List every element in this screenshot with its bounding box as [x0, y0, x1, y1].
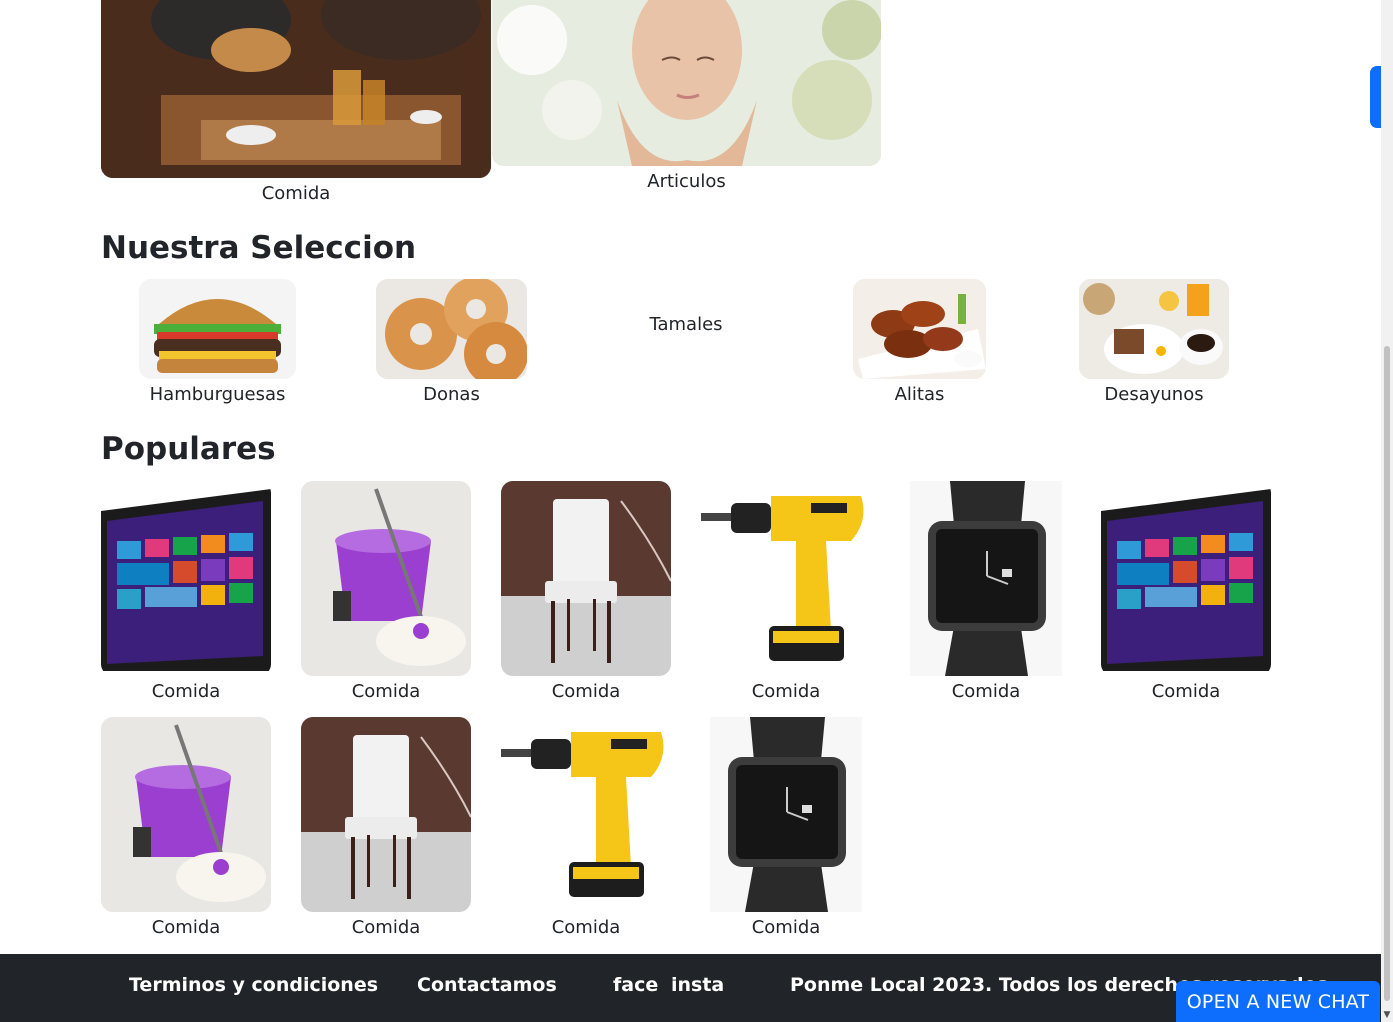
popular-item-image-chair[interactable] [301, 717, 471, 912]
popular-item-image-watch[interactable] [710, 717, 862, 912]
popular-item-label[interactable]: Comida [301, 917, 471, 938]
footer-link-insta[interactable]: insta [671, 974, 724, 996]
seleccion-image-alitas[interactable] [853, 279, 986, 379]
popular-item-label[interactable]: Comida [501, 917, 671, 938]
seleccion-label-hamburguesas[interactable]: Hamburguesas [139, 384, 296, 405]
footer-link-terms[interactable]: Terminos y condiciones [129, 974, 378, 996]
popular-item-image-mop-bucket[interactable] [301, 481, 471, 676]
popular-item-label[interactable]: Comida [301, 681, 471, 702]
popular-item-label[interactable]: Comida [101, 681, 271, 702]
popular-item-label[interactable]: Comida [1101, 681, 1271, 702]
footer-link-face[interactable]: face [613, 974, 658, 996]
popular-item-label[interactable]: Comida [101, 917, 271, 938]
scrollbar-thumb[interactable] [1384, 346, 1390, 1001]
popular-item-label[interactable]: Comida [701, 917, 871, 938]
category-label-articulos[interactable]: Articulos [492, 171, 881, 192]
popular-item-image-tablet[interactable] [101, 481, 271, 676]
category-image-articulos[interactable] [492, 0, 881, 166]
seleccion-image-hamburguesas[interactable] [139, 279, 296, 379]
scrollbar[interactable]: ▼ [1381, 0, 1393, 1022]
section-title-seleccion: Nuestra Seleccion [101, 230, 417, 266]
footer-link-contact[interactable]: Contactamos [417, 974, 557, 996]
popular-item-label[interactable]: Comida [701, 681, 871, 702]
open-chat-button[interactable]: OPEN A NEW CHAT [1176, 981, 1380, 1022]
side-tab[interactable] [1370, 66, 1381, 128]
popular-item-image-mop-bucket[interactable] [101, 717, 271, 912]
category-label-comida[interactable]: Comida [101, 183, 491, 204]
popular-item-image-watch[interactable] [910, 481, 1062, 676]
popular-item-image-drill[interactable] [501, 717, 671, 912]
footer: Terminos y condiciones Contactamos face … [0, 954, 1381, 1022]
seleccion-label-tamales[interactable]: Tamales [611, 314, 761, 335]
popular-item-image-tablet[interactable] [1101, 481, 1271, 676]
seleccion-image-donas[interactable] [376, 279, 527, 379]
seleccion-image-desayunos[interactable] [1079, 279, 1229, 379]
category-image-comida[interactable] [101, 0, 491, 178]
popular-item-label[interactable]: Comida [901, 681, 1071, 702]
seleccion-label-alitas[interactable]: Alitas [853, 384, 986, 405]
popular-item-image-chair[interactable] [501, 481, 671, 676]
popular-item-label[interactable]: Comida [501, 681, 671, 702]
seleccion-label-donas[interactable]: Donas [376, 384, 527, 405]
section-title-populares: Populares [101, 431, 276, 467]
scroll-down-arrow-icon[interactable]: ▼ [1382, 1010, 1392, 1020]
seleccion-label-desayunos[interactable]: Desayunos [1079, 384, 1229, 405]
popular-item-image-drill[interactable] [701, 481, 871, 676]
